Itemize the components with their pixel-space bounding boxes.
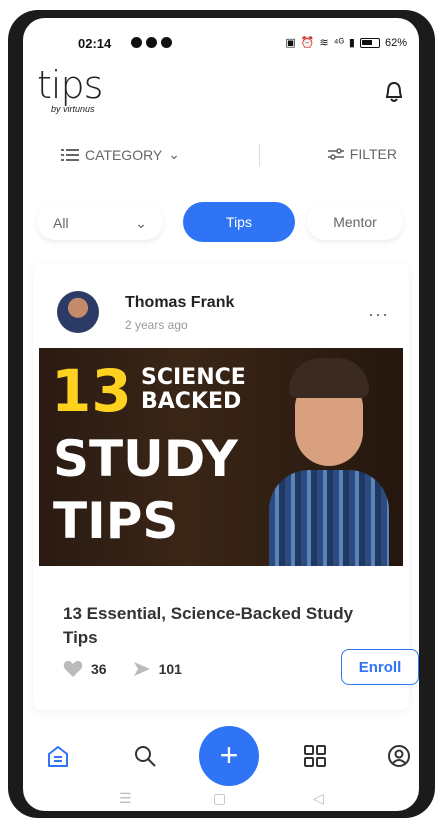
- logo-text: tips: [37, 63, 103, 107]
- sliders-icon: [327, 148, 344, 160]
- search-icon[interactable]: [133, 744, 157, 768]
- notification-icon: [131, 37, 142, 48]
- notification-icon: [161, 37, 172, 48]
- filter-button[interactable]: FILTER: [327, 146, 397, 162]
- thumbnail-shirt: [269, 470, 389, 566]
- thumbnail-science: SCIENCE: [141, 365, 246, 390]
- thumbnail-person: [269, 358, 389, 566]
- divider: [259, 144, 260, 166]
- bell-icon[interactable]: [383, 80, 405, 104]
- avatar[interactable]: [57, 291, 99, 333]
- home-icon[interactable]: [45, 744, 71, 770]
- status-right: ▣ ⏰ ≋ ⁴ᴳ ▮ 62%: [285, 36, 407, 50]
- likes-count: 36: [91, 661, 107, 677]
- chevron-down-icon: ⌄: [168, 146, 181, 162]
- home-square-icon[interactable]: ▢: [213, 790, 226, 807]
- notification-icon: [146, 37, 157, 48]
- post-author[interactable]: Thomas Frank: [125, 294, 234, 312]
- menu-icon[interactable]: ☰: [119, 790, 132, 807]
- app-logo: tips by virtunus: [37, 66, 137, 116]
- post-stats: 36 101: [63, 660, 182, 678]
- battery-percent: 62%: [384, 36, 407, 49]
- screen: 02:14 ▣ ⏰ ≋ ⁴ᴳ ▮ 62% tips by virtunus CA: [23, 18, 419, 811]
- tab-all-dropdown[interactable]: All ⌄: [37, 204, 163, 240]
- thumbnail-backed: BACKED: [141, 389, 242, 414]
- thumbnail-tips: TIPS: [53, 492, 179, 550]
- nfc-icon: ▣: [285, 37, 296, 49]
- wifi-icon: ≋: [319, 37, 329, 49]
- bottom-nav: +: [23, 724, 419, 786]
- tab-tips[interactable]: Tips: [183, 202, 295, 242]
- tab-all-label: All: [53, 215, 69, 231]
- status-bar: 02:14 ▣ ⏰ ≋ ⁴ᴳ ▮ 62%: [23, 18, 419, 51]
- category-label: CATEGORY: [85, 146, 163, 163]
- thumbnail-subtitle: SCIENCE BACKED: [141, 366, 246, 414]
- add-button[interactable]: +: [199, 726, 259, 786]
- share-arrow-icon: [133, 662, 150, 676]
- post-thumbnail[interactable]: 13 SCIENCE BACKED STUDY TIPS: [39, 348, 403, 566]
- category-button[interactable]: CATEGORY ⌄: [61, 146, 180, 163]
- system-nav-bar: ☰ ▢ ◁: [23, 790, 419, 810]
- enroll-button[interactable]: Enroll: [341, 649, 419, 685]
- filter-bar: CATEGORY ⌄ FILTER: [23, 140, 419, 170]
- tab-mentor[interactable]: Mentor: [307, 204, 403, 240]
- thumbnail-number: 13: [51, 357, 132, 425]
- thumbnail-study: STUDY: [53, 430, 238, 488]
- list-icon: [61, 148, 79, 161]
- logo-subtext: by virtunus: [51, 104, 95, 114]
- thumbnail-hair: [289, 358, 369, 398]
- post-time: 2 years ago: [125, 318, 188, 332]
- network-label: ⁴ᴳ: [333, 36, 344, 49]
- status-time: 02:14: [78, 36, 112, 51]
- chevron-down-icon: ⌄: [135, 215, 147, 231]
- signal-icon: ▮: [348, 37, 355, 49]
- profile-icon[interactable]: [387, 744, 411, 768]
- alarm-icon: ⏰: [300, 37, 315, 49]
- shares-count: 101: [158, 661, 182, 677]
- more-options-icon[interactable]: ···: [368, 304, 389, 325]
- notification-icons: [131, 37, 172, 48]
- tabs: All ⌄ Tips Mentor: [23, 200, 419, 244]
- filter-label: FILTER: [349, 146, 397, 162]
- post-title[interactable]: 13 Essential, Science-Backed Study Tips: [63, 602, 383, 650]
- battery-icon: [359, 37, 380, 48]
- back-icon[interactable]: ◁: [313, 790, 324, 807]
- heart-icon: [63, 660, 83, 677]
- grid-icon[interactable]: [303, 744, 327, 768]
